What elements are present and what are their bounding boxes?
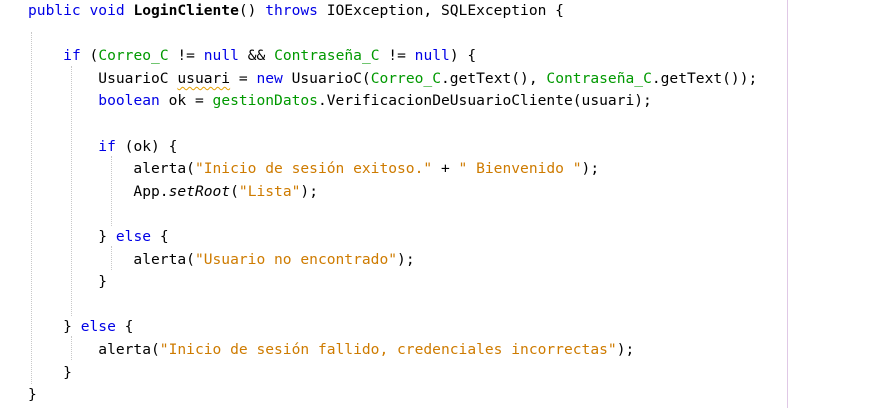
code-token: ); — [397, 250, 415, 268]
code-line[interactable]: alerta("Usuario no encontrado"); — [28, 249, 415, 271]
code-token: != — [168, 47, 204, 65]
code-token: UsuarioC( — [282, 69, 371, 87]
code-token: LoginCliente — [133, 2, 239, 19]
code-line[interactable]: UsuarioC usuari = new UsuarioC(Correo_C.… — [28, 68, 757, 90]
code-token: } — [28, 273, 108, 291]
code-token: { — [115, 318, 134, 336]
code-token: Contraseña_C — [274, 47, 380, 65]
code-token: null — [203, 47, 239, 65]
code-token: ( — [230, 182, 239, 200]
code-token: .getText(), — [440, 69, 547, 87]
code-token: != — [379, 47, 415, 65]
code-token: ( — [80, 47, 99, 65]
code-token: null — [414, 47, 450, 65]
code-token: alerta( — [28, 341, 160, 358]
code-token: new — [256, 69, 283, 87]
code-token: "Usuario no encontrado" — [194, 250, 398, 268]
code-token: .getText()); — [651, 69, 758, 87]
code-token: if — [98, 137, 116, 155]
code-token: ); — [581, 160, 600, 178]
code-token: && — [238, 47, 275, 65]
code-token: Correo_C — [98, 47, 169, 65]
code-line[interactable]: } else { — [28, 226, 169, 248]
code-line[interactable]: } — [28, 271, 107, 293]
code-token: ); — [300, 182, 318, 200]
code-line[interactable]: } — [28, 384, 37, 406]
code-token: } — [28, 386, 37, 404]
code-token: " Bienvenido " — [458, 160, 582, 178]
code-token: IOException, SQLException { — [317, 2, 564, 19]
code-token: ok = — [159, 92, 213, 110]
code-token: + — [432, 160, 459, 178]
code-token: ); — [616, 341, 635, 358]
code-token: "Lista" — [238, 182, 301, 200]
code-token: gestionDatos — [212, 92, 318, 110]
code-token: if — [63, 47, 81, 65]
code-token: "Inicio de sesión exitoso." — [194, 160, 433, 178]
right-margin-line — [787, 0, 788, 408]
code-token: ) { — [449, 47, 477, 65]
code-token: else — [80, 318, 116, 336]
code-token: = — [230, 69, 257, 87]
code-token: (ok) { — [115, 137, 178, 155]
code-token: { — [151, 228, 169, 245]
code-token: alerta( — [28, 160, 195, 178]
code-token: public void — [28, 2, 134, 19]
code-token: Contraseña_C — [546, 69, 652, 87]
code-line[interactable]: boolean ok = gestionDatos.VerificacionDe… — [28, 90, 652, 112]
code-token: } — [28, 318, 81, 336]
code-token: else — [115, 228, 152, 245]
code-line[interactable]: } — [28, 362, 72, 384]
code-line[interactable]: } else { — [28, 316, 133, 338]
code-token: () — [238, 2, 266, 19]
code-token: throws — [265, 2, 318, 19]
code-token: boolean — [98, 92, 160, 110]
code-token: Correo_C — [370, 69, 441, 87]
code-line[interactable]: alerta("Inicio de sesión fallido, creden… — [28, 339, 634, 361]
code-line[interactable]: if (Correo_C != null && Contraseña_C != … — [28, 45, 476, 67]
code-token: } — [28, 228, 116, 245]
code-token: UsuarioC — [28, 69, 178, 87]
code-token: } — [28, 363, 72, 381]
code-line[interactable]: App.setRoot("Lista"); — [28, 181, 318, 203]
code-line[interactable]: if (ok) { — [28, 136, 177, 158]
code-token: setRoot — [168, 182, 231, 200]
code-token: "Inicio de sesión fallido, credenciales … — [159, 341, 617, 358]
code-token: alerta( — [28, 250, 195, 268]
code-line[interactable]: alerta("Inicio de sesión exitoso." + " B… — [28, 158, 599, 180]
code-line[interactable]: public void LoginCliente() throws IOExce… — [28, 0, 564, 22]
code-editor[interactable]: public void LoginCliente() throws IOExce… — [0, 0, 887, 408]
code-token: App. — [28, 182, 169, 200]
code-token: usuari — [177, 69, 231, 87]
code-token: .VerificacionDeUsuarioCliente(usuari); — [317, 92, 652, 110]
